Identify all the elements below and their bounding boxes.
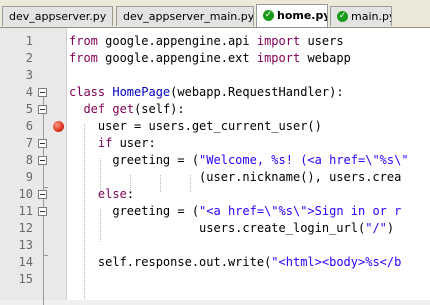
line-number: 10 xyxy=(18,187,33,201)
code-token: google.appengine.ext xyxy=(97,51,257,65)
code-line: self.response.out.write("<html><body>%s<… xyxy=(69,254,430,271)
line-number: 14 xyxy=(18,255,33,269)
line-number: 4 xyxy=(25,85,33,99)
code-token: user = users.get_current_user() xyxy=(69,119,322,133)
tab-main[interactable]: ✓ main.py xyxy=(330,6,392,26)
fold-collapse-icon[interactable] xyxy=(38,156,47,165)
code-token: (webapp.RequestHandler): xyxy=(170,85,344,99)
code-line: else: xyxy=(69,186,430,203)
code-token: get xyxy=(112,102,135,116)
code-token: user: xyxy=(112,136,156,150)
code-token: greeting = ( xyxy=(69,204,200,218)
code-line: greeting = ("<a href=\"%s\">Sign in or r xyxy=(69,203,430,220)
code-token: import xyxy=(256,51,301,65)
code-line: def get(self): xyxy=(69,101,430,118)
code-token: else xyxy=(97,187,127,201)
code-token: HomePage xyxy=(112,85,171,99)
code-token: "<html><body>%s</b xyxy=(271,255,402,269)
fold-end-marker xyxy=(43,255,48,256)
code-token: greeting = ( xyxy=(69,153,200,167)
fold-collapse-icon[interactable] xyxy=(38,139,47,148)
fold-collapse-icon[interactable] xyxy=(38,207,47,216)
code-token: users.create_login_url( xyxy=(69,221,366,235)
line-number: 11 xyxy=(18,204,33,218)
line-number: 9 xyxy=(25,170,33,184)
tab-home[interactable]: ✓ home.py xyxy=(256,4,328,27)
code-token: from xyxy=(69,51,98,65)
editor-tab-bar: dev_appserver.py dev_appserver_main.py ✓… xyxy=(0,0,430,28)
fold-guide-line xyxy=(43,95,44,305)
code-token: (self): xyxy=(134,102,185,116)
code-token: if xyxy=(97,136,113,150)
line-number: 6 xyxy=(25,119,33,133)
check-icon: ✓ xyxy=(337,10,348,22)
fold-collapse-icon[interactable] xyxy=(38,190,47,199)
code-line: if user: xyxy=(69,135,430,152)
code-token: google.appengine.api xyxy=(97,34,257,48)
code-editor[interactable]: from google.appengine.api import users fr… xyxy=(67,28,430,300)
fold-end-marker xyxy=(43,187,48,188)
code-line: (user.nickname(), users.crea xyxy=(69,169,430,186)
code-line: from google.appengine.api import users xyxy=(69,33,430,50)
code-token: : xyxy=(126,187,135,201)
line-number: 12 xyxy=(18,221,33,235)
code-line: greeting = ("Welcome, %s! (<a href=\"%s\… xyxy=(69,152,430,169)
code-token: class xyxy=(69,85,106,99)
tab-label: home.py xyxy=(277,9,328,22)
tab-dev-appserver-main[interactable]: dev_appserver_main.py xyxy=(116,6,254,26)
line-number: 13 xyxy=(18,238,33,252)
code-line: class HomePage(webapp.RequestHandler): xyxy=(69,84,430,101)
code-token: from xyxy=(69,34,98,48)
line-number: 1 xyxy=(25,34,33,48)
line-number: 8 xyxy=(25,153,33,167)
line-number: 2 xyxy=(25,51,33,65)
code-line: users.create_login_url("/") xyxy=(69,220,430,237)
code-token: webapp xyxy=(300,51,351,65)
fold-collapse-icon[interactable] xyxy=(38,88,47,97)
code-token: ) xyxy=(386,221,395,235)
code-token: users xyxy=(300,34,344,48)
tab-label: dev_appserver.py xyxy=(9,10,107,23)
editor-gutter[interactable]: 1 2 3 4 5 6 7 8 9 10 11 12 13 14 15 xyxy=(0,28,67,305)
fold-collapse-icon[interactable] xyxy=(38,105,47,114)
code-token: (user.nickname(), users.crea xyxy=(69,170,402,184)
tab-label: main.py xyxy=(351,10,392,23)
code-token: import xyxy=(256,34,301,48)
tab-dev-appserver[interactable]: dev_appserver.py xyxy=(2,6,113,26)
code-token: "Welcome, %s! (<a href=\"%s\" xyxy=(199,153,409,167)
code-token: def xyxy=(83,102,106,116)
line-number: 3 xyxy=(25,68,33,82)
line-number: 15 xyxy=(18,272,33,286)
code-token: "<a href=\"%s\">Sign in or r xyxy=(199,204,402,218)
code-line: from google.appengine.ext import webapp xyxy=(69,50,430,67)
tab-label: dev_appserver_main.py xyxy=(123,10,254,23)
code-token: self.response.out.write( xyxy=(69,255,272,269)
check-icon: ✓ xyxy=(263,9,274,21)
code-line: user = users.get_current_user() xyxy=(69,118,430,135)
breakpoint-icon[interactable] xyxy=(53,121,64,132)
line-number: 5 xyxy=(25,102,33,116)
line-number: 7 xyxy=(25,136,33,150)
code-token: "/" xyxy=(365,221,387,235)
